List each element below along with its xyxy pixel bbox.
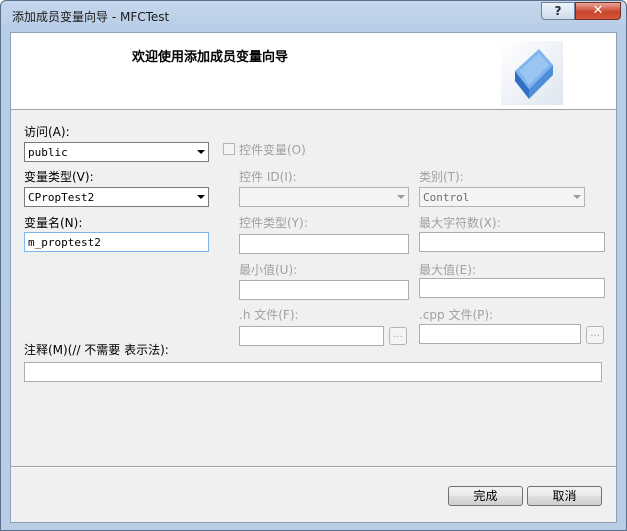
chevron-down-icon [197,195,205,199]
access-value: public [28,146,68,159]
control-var-checkbox[interactable] [223,143,235,155]
chevron-down-icon [573,195,581,199]
wizard-cube-icon [501,41,563,105]
finish-button[interactable]: 完成 [448,486,523,506]
cpp-file-label: .cpp 文件(P): [419,308,494,322]
window-title: 添加成员变量向导 - MFCTest [12,10,170,24]
category-combo[interactable]: Control [419,187,585,207]
comment-input[interactable] [24,362,602,382]
control-id-combo[interactable] [239,187,409,207]
var-name-input[interactable]: m_proptest2 [24,232,209,252]
max-chars-input[interactable] [419,232,605,252]
footer-divider [11,466,616,468]
h-file-browse-button[interactable]: ... [389,327,407,345]
cpp-file-browse-button[interactable]: ... [586,326,604,344]
cancel-button[interactable]: 取消 [527,486,602,506]
h-file-input[interactable] [239,326,384,346]
var-type-label: 变量类型(V): [24,170,94,184]
var-type-combo[interactable]: CPropTest2 [24,187,209,207]
max-value-label: 最大值(E): [419,263,476,277]
wizard-client-area: 欢迎使用添加成员变量向导 访问(A): public 变量类型(V): CPro… [10,32,617,523]
min-value-label: 最小值(U): [239,263,298,277]
var-type-value: CPropTest2 [28,191,95,204]
max-value-input[interactable] [419,278,605,298]
title-bar[interactable]: 添加成员变量向导 - MFCTest ? ✕ [1,1,626,31]
control-type-input[interactable] [239,234,409,254]
category-label: 类别(T): [419,170,464,184]
min-value-input[interactable] [239,280,409,300]
h-file-label: .h 文件(F): [239,308,299,322]
dialog-window: 添加成员变量向导 - MFCTest ? ✕ 欢迎使用添加成员变量向导 访问(A… [0,0,627,531]
category-value: Control [423,191,470,204]
access-combo[interactable]: public [24,142,209,162]
chevron-down-icon [197,150,205,154]
var-name-value: m_proptest2 [28,236,101,249]
access-label: 访问(A): [24,125,70,139]
control-var-label: 控件变量(O) [239,143,306,157]
control-id-label: 控件 ID(I): [239,170,297,184]
page-title: 欢迎使用添加成员变量向导 [132,50,289,65]
wizard-header: 欢迎使用添加成员变量向导 [11,33,616,110]
max-chars-label: 最大字符数(X): [419,216,501,230]
control-type-label: 控件类型(Y): [239,216,308,230]
close-button[interactable]: ✕ [575,2,621,20]
help-button[interactable]: ? [541,2,575,20]
comment-label: 注释(M)(// 不需要 表示法): [24,343,169,357]
chevron-down-icon [397,195,405,199]
cpp-file-input[interactable] [419,324,581,344]
var-name-label: 变量名(N): [24,216,83,230]
